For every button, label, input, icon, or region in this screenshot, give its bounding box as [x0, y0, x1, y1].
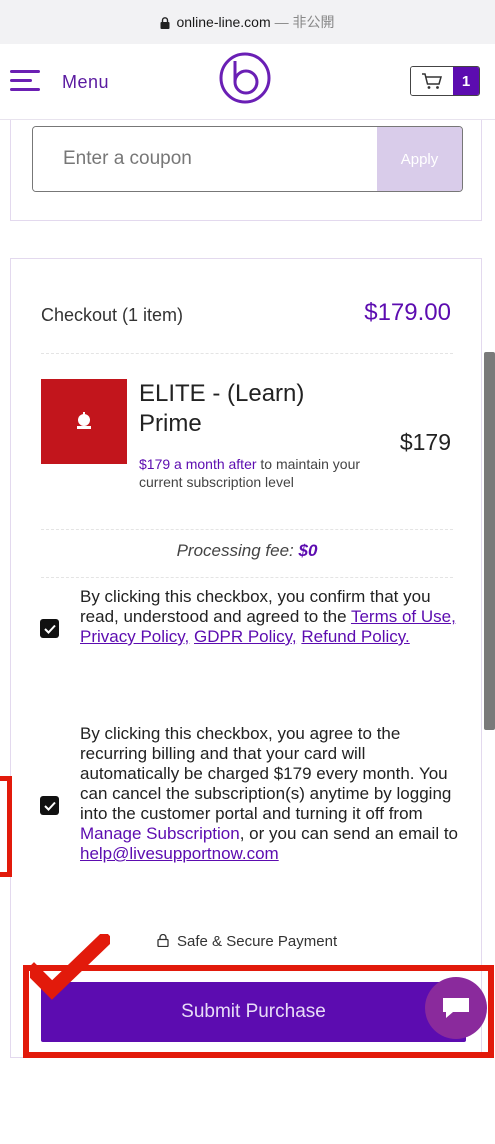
- product-price: $179: [399, 429, 451, 455]
- url-suffix: — 非公開: [274, 14, 335, 30]
- processing-fee-value: $0: [298, 541, 318, 560]
- checkout-title: Checkout (1 item): [41, 305, 184, 325]
- terms-checkbox[interactable]: [40, 619, 59, 638]
- privacy-policy-link[interactable]: Privacy Policy,: [80, 627, 189, 646]
- billing-text: By clicking this checkbox, you agree to …: [80, 724, 452, 823]
- manage-subscription-link[interactable]: Manage Subscription: [80, 824, 240, 843]
- hamburger-menu-icon[interactable]: [10, 70, 40, 92]
- terms-of-use-link[interactable]: Terms of Use,: [351, 607, 456, 626]
- processing-fee-label: Processing fee:: [176, 541, 294, 560]
- refund-policy-link[interactable]: Refund Policy.: [301, 627, 409, 646]
- lock-icon: [157, 933, 169, 948]
- secure-payment-label: Safe & Secure Payment: [177, 933, 338, 950]
- url-bar[interactable]: online-line.com — 非公開: [0, 0, 495, 44]
- checkmark-icon: [43, 801, 56, 811]
- cart-button[interactable]: 1: [410, 66, 480, 96]
- coupon-field-group: Apply: [32, 126, 463, 192]
- shopping-cart-icon: [422, 73, 442, 89]
- scrollbar[interactable]: [484, 352, 495, 730]
- product-note-accent: $179 a month after: [139, 456, 257, 472]
- chat-bubble-icon: [443, 998, 469, 1018]
- coupon-input[interactable]: [33, 127, 377, 191]
- coupon-panel: Apply: [10, 120, 482, 221]
- url-text: online-line.com: [176, 14, 271, 30]
- annotation-highlight-box: [0, 776, 12, 877]
- divider: [41, 577, 453, 578]
- apply-coupon-button[interactable]: Apply: [377, 127, 462, 191]
- site-header: Menu 1: [0, 44, 495, 120]
- product-badge-icon: [77, 411, 91, 429]
- menu-label[interactable]: Menu: [62, 72, 109, 93]
- processing-fee: Processing fee: $0: [11, 541, 483, 561]
- divider: [41, 529, 453, 530]
- billing-text-2: , or you can send an email to: [239, 824, 459, 843]
- checkout-total: $179.00: [364, 299, 451, 326]
- cart-count-badge: 1: [453, 67, 479, 95]
- annotation-checkmark-icon: [30, 934, 110, 1000]
- gdpr-policy-link[interactable]: GDPR Policy,: [194, 627, 297, 646]
- billing-agreement-text: By clicking this checkbox, you agree to …: [80, 724, 460, 864]
- chat-button[interactable]: [425, 977, 487, 1039]
- brand-logo[interactable]: [218, 51, 272, 105]
- product-thumbnail: [41, 379, 127, 464]
- billing-checkbox[interactable]: [40, 796, 59, 815]
- checkmark-icon: [43, 624, 56, 634]
- product-name: ELITE - (Learn) Prime: [139, 380, 305, 437]
- support-email-link[interactable]: help@livesupportnow.com: [80, 844, 279, 863]
- product-note: $179 a month after to maintain your curr…: [139, 455, 384, 491]
- lock-icon: [160, 17, 170, 29]
- divider: [41, 353, 453, 354]
- terms-agreement-text: By clicking this checkbox, you confirm t…: [80, 587, 460, 647]
